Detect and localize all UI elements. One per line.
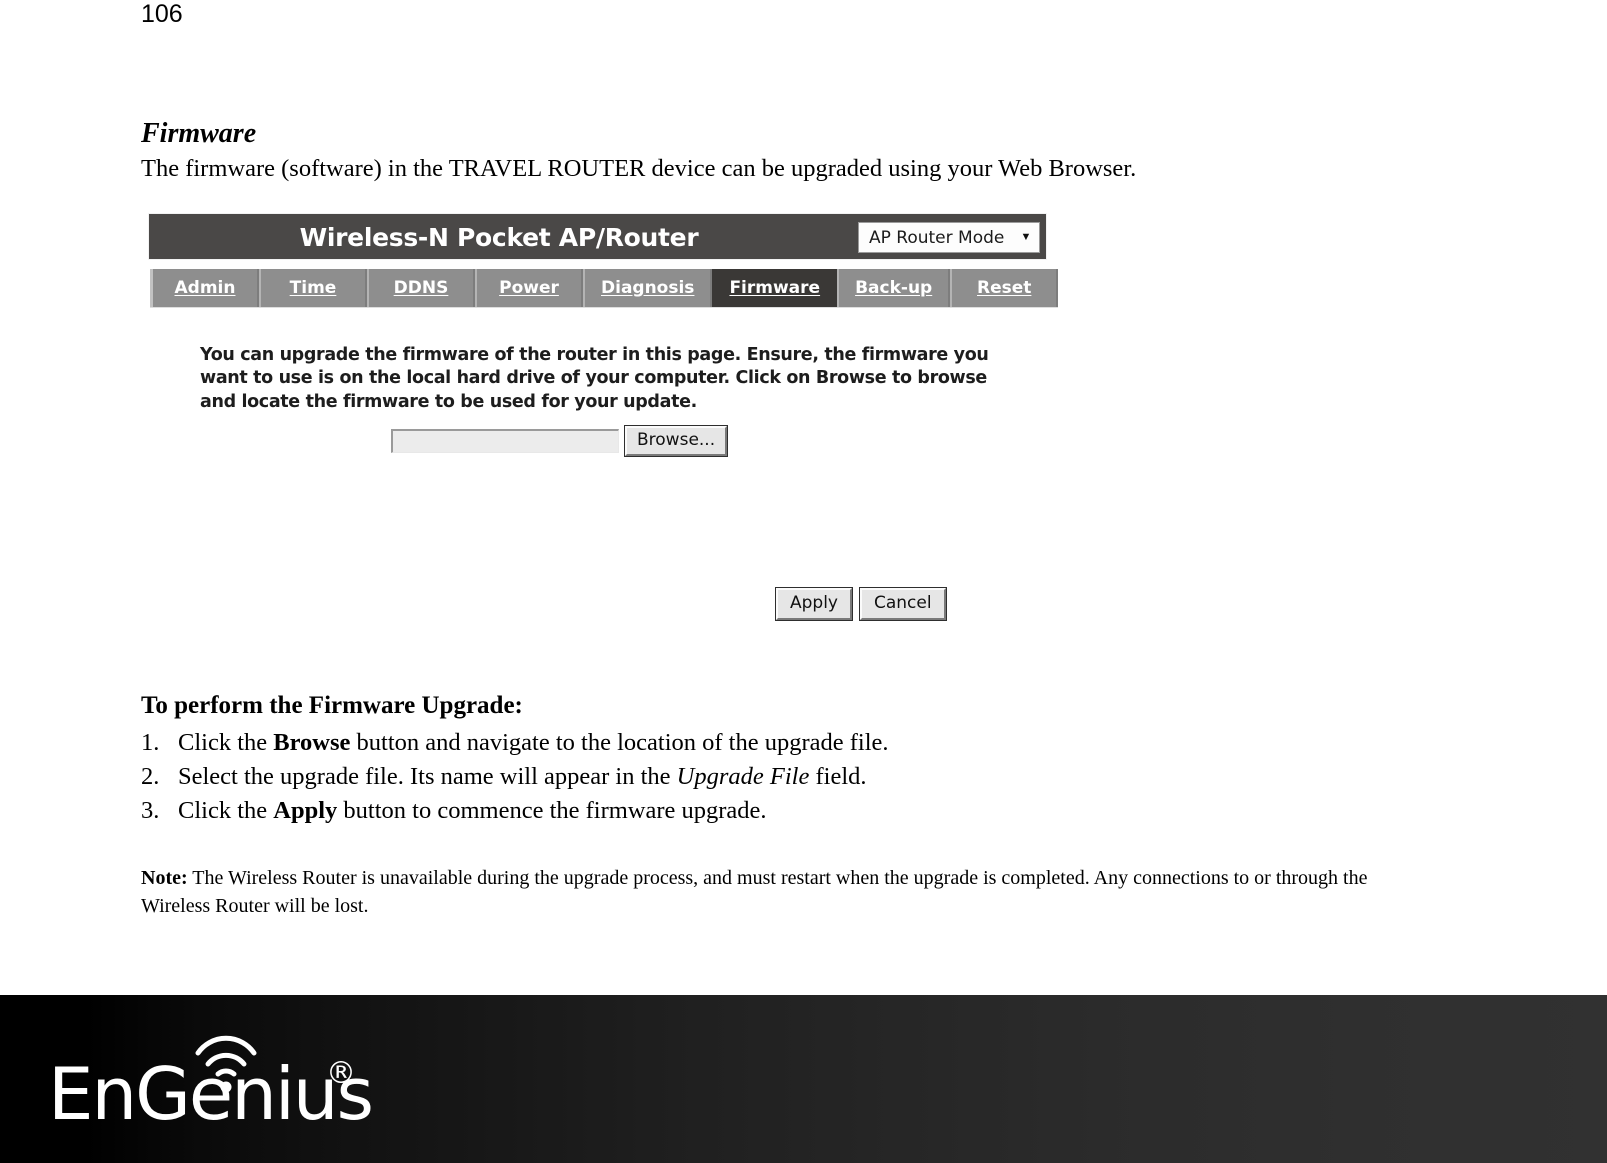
operation-mode-value: AP Router Mode — [869, 227, 1005, 248]
step-text: Click the Browse button and navigate to … — [178, 729, 889, 756]
tab-ddns[interactable]: DDNS — [367, 269, 475, 307]
svg-text:®: ® — [326, 1056, 356, 1091]
tab-label: Reset — [977, 278, 1032, 298]
note-label: Note: — [141, 867, 188, 889]
tab-admin[interactable]: Admin — [150, 269, 259, 307]
firmware-instructions-text: You can upgrade the firmware of the rout… — [200, 345, 989, 412]
chevron-down-icon: ▼ — [1020, 231, 1032, 243]
firmware-file-row: Browse... — [391, 424, 729, 458]
note-text: The Wireless Router is unavailable durin… — [141, 867, 1368, 918]
list-item: 1. Click the Browse button and navigate … — [141, 726, 1241, 760]
router-nav-bar: Admin Time DDNS Power Diagnosis Firmware… — [150, 269, 1059, 307]
tab-label: Admin — [174, 278, 236, 298]
intro-paragraph: The firmware (software) in the TRAVEL RO… — [141, 155, 1137, 182]
list-item: 3. Click the Apply button to commence th… — [141, 794, 1241, 828]
step-number: 1. — [141, 729, 160, 756]
instructions-heading: To perform the Firmware Upgrade: — [141, 692, 523, 719]
step-text: Select the upgrade file. Its name will a… — [178, 762, 867, 790]
cancel-button[interactable]: Cancel — [859, 586, 947, 622]
note-paragraph: Note: The Wireless Router is unavailable… — [141, 864, 1381, 921]
instructions-list: 1. Click the Browse button and navigate … — [141, 726, 1241, 827]
tab-back-up[interactable]: Back-up — [837, 269, 951, 307]
step-number: 2. — [141, 762, 160, 790]
router-header-bar: Wireless-N Pocket AP/Router AP Router Mo… — [148, 213, 1047, 260]
tab-label: Back-up — [855, 278, 933, 298]
operation-mode-select[interactable]: AP Router Mode ▼ — [858, 222, 1040, 253]
step-emphasis: Browse — [273, 729, 351, 756]
apply-button[interactable]: Apply — [775, 586, 853, 622]
step-text: Click the Apply button to commence the f… — [178, 796, 767, 824]
step-number: 3. — [141, 796, 160, 824]
list-item: 2. Select the upgrade file. Its name wil… — [141, 760, 1241, 794]
svg-text:EnGenius: EnGenius — [48, 1052, 372, 1126]
tab-label: Time — [289, 278, 337, 298]
router-admin-screenshot: Wireless-N Pocket AP/Router AP Router Mo… — [148, 213, 1059, 623]
page-number: 106 — [141, 0, 183, 28]
tab-label: DDNS — [393, 278, 449, 298]
firmware-action-row: Apply Cancel — [775, 586, 947, 622]
tab-firmware[interactable]: Firmware — [712, 269, 838, 307]
upgrade-file-input[interactable] — [391, 429, 619, 454]
tab-diagnosis[interactable]: Diagnosis — [583, 269, 713, 307]
page-footer: EnGenius ® — [0, 995, 1607, 1163]
tab-reset[interactable]: Reset — [950, 269, 1059, 307]
tab-label: Firmware — [729, 278, 821, 298]
tab-label: Power — [499, 278, 559, 298]
step-emphasis: Apply — [273, 796, 338, 824]
browse-button[interactable]: Browse... — [623, 424, 729, 458]
engenius-logo: EnGenius ® — [48, 1031, 378, 1126]
tab-time[interactable]: Time — [259, 269, 367, 307]
router-product-title: Wireless-N Pocket AP/Router — [299, 223, 699, 252]
tab-label: Diagnosis — [601, 278, 695, 298]
tab-power[interactable]: Power — [475, 269, 583, 307]
page-title: Firmware — [141, 118, 257, 149]
step-emphasis: Upgrade File — [676, 762, 810, 790]
